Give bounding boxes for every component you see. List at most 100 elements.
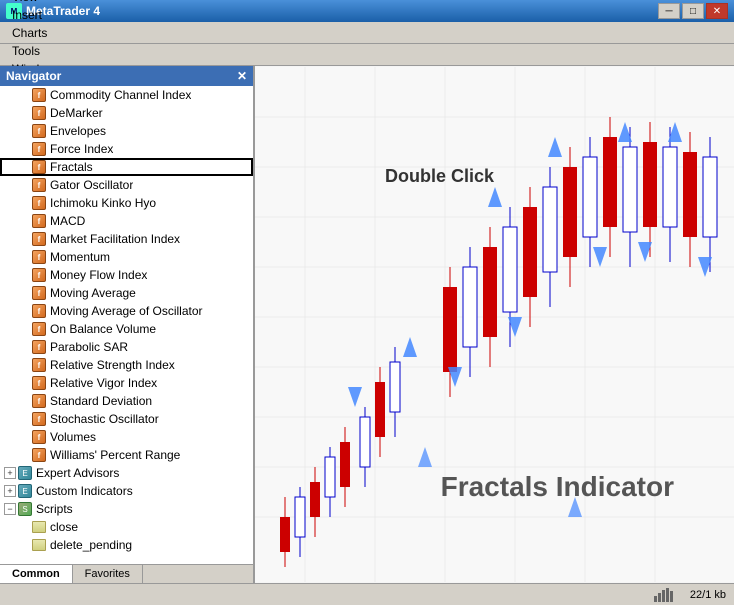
indicator-icon: f — [32, 394, 46, 408]
nav-item-label: Williams' Percent Range — [50, 448, 180, 462]
indicator-icon: f — [32, 142, 46, 156]
nav-item-money-flow-index[interactable]: f Money Flow Index — [0, 266, 253, 284]
nav-item-label: MACD — [50, 214, 85, 228]
nav-item-label: On Balance Volume — [50, 322, 156, 336]
indicator-icon: f — [32, 268, 46, 282]
collapse-icon[interactable]: − — [4, 503, 16, 515]
nav-item-ichimoku-kinko-hyo[interactable]: fIchimoku Kinko Hyo — [0, 194, 253, 212]
nav-item-moving-average-of-oscillator[interactable]: fMoving Average of Oscillator — [0, 302, 253, 320]
expert-folder-icon: E — [18, 466, 32, 480]
file-size: 22/1 kb — [690, 589, 726, 601]
nav-section-expert-advisors[interactable]: +E Expert Advisors — [0, 464, 253, 482]
nav-item-label: Commodity Channel Index — [50, 88, 191, 102]
nav-item-relative-strength-index[interactable]: fRelative Strength Index — [0, 356, 253, 374]
indicator-icon: f — [32, 106, 46, 120]
nav-item-envelopes[interactable]: f Envelopes — [0, 122, 253, 140]
nav-tab-common[interactable]: Common — [0, 565, 73, 583]
nav-item-label: Gator Oscillator — [50, 178, 133, 192]
nav-item-macd[interactable]: f MACD — [0, 212, 253, 230]
indicator-icon: f — [32, 232, 46, 246]
indicator-icon: f — [32, 304, 46, 318]
indicator-icon: f — [32, 88, 46, 102]
nav-item-label: Fractals — [50, 160, 93, 174]
nav-tab-favorites[interactable]: Favorites — [73, 565, 143, 583]
script-item-icon — [32, 521, 46, 533]
indicator-icon — [32, 539, 46, 551]
nav-item-fractals[interactable]: f Fractals — [0, 158, 253, 176]
nav-section-scripts[interactable]: −S Scripts — [0, 500, 253, 518]
indicator-icon: f — [32, 448, 46, 462]
navigator-close-button[interactable]: ✕ — [237, 69, 247, 83]
menu-bar: FileViewInsertChartsToolsWindowHelp — [0, 22, 734, 44]
nav-item-label: Money Flow Index — [50, 268, 147, 282]
nav-item-moving-average[interactable]: fMoving Average — [0, 284, 253, 302]
indicator-icon: f — [32, 268, 46, 282]
indicator-icon — [32, 521, 46, 533]
nav-item-parabolic-sar[interactable]: f Parabolic SAR — [0, 338, 253, 356]
expand-icon[interactable]: + — [4, 485, 16, 497]
main-area: Navigator ✕ f Commodity Channel Index f DeM… — [0, 66, 734, 583]
indicator-icon: f — [32, 124, 46, 138]
nav-item-stochastic-oscillator[interactable]: f Stochastic Oscillator — [0, 410, 253, 428]
script-section-icon: S — [18, 502, 32, 516]
nav-item-relative-vigor-index[interactable]: fRelative Vigor Index — [0, 374, 253, 392]
nav-item-label: DeMarker — [50, 106, 103, 120]
section-label: Scripts — [36, 502, 73, 516]
nav-item-label: Parabolic SAR — [50, 340, 128, 354]
menu-item-insert[interactable]: Insert — [4, 6, 63, 24]
menu-item-charts[interactable]: Charts — [4, 24, 63, 42]
window-controls: ─ □ ✕ — [658, 3, 728, 19]
indicator-icon: f — [32, 196, 46, 210]
indicator-icon: f — [32, 250, 46, 264]
nav-item-on-balance-volume[interactable]: f On Balance Volume — [0, 320, 253, 338]
nav-item-delete_pending[interactable]: delete_pending — [0, 536, 253, 554]
navigator-title: Navigator — [6, 69, 61, 83]
nav-item-commodity-channel-index[interactable]: f Commodity Channel Index — [0, 86, 253, 104]
indicator-icon: f — [32, 322, 46, 336]
indicator-icon: f — [32, 340, 46, 354]
nav-item-force-index[interactable]: fForce Index — [0, 140, 253, 158]
nav-item-label: Envelopes — [50, 124, 106, 138]
indicator-icon: f — [32, 106, 46, 120]
indicator-icon: f — [32, 286, 46, 300]
indicator-icon: f — [32, 250, 46, 264]
indicator-icon: f — [32, 412, 46, 426]
nav-item-label: Stochastic Oscillator — [50, 412, 159, 426]
nav-item-williams'-percent-range[interactable]: f Williams' Percent Range — [0, 446, 253, 464]
indicator-icon: f — [32, 196, 46, 210]
menu-item-tools[interactable]: Tools — [4, 42, 63, 60]
indicator-icon: f — [32, 286, 46, 300]
nav-item-demarker[interactable]: f DeMarker — [0, 104, 253, 122]
indicator-icon: f — [32, 394, 46, 408]
indicator-icon: f — [32, 160, 46, 174]
nav-item-volumes[interactable]: fVolumes — [0, 428, 253, 446]
nav-item-standard-deviation[interactable]: f Standard Deviation — [0, 392, 253, 410]
close-button[interactable]: ✕ — [706, 3, 728, 19]
indicator-icon: f — [32, 214, 46, 228]
nav-item-momentum[interactable]: f Momentum — [0, 248, 253, 266]
indicator-icon: f — [32, 322, 46, 336]
nav-list[interactable]: f Commodity Channel Index f DeMarker f Envelo… — [0, 86, 253, 564]
indicator-icon: f — [32, 340, 46, 354]
nav-item-market-facilitation-index[interactable]: fMarket Facilitation Index — [0, 230, 253, 248]
indicator-icon: f — [32, 232, 46, 246]
nav-tabs: CommonFavorites — [0, 564, 253, 583]
nav-item-gator-oscillator[interactable]: fGator Oscillator — [0, 176, 253, 194]
nav-item-label: close — [50, 520, 78, 534]
indicator-icon: f — [32, 430, 46, 444]
indicator-icon: f — [32, 142, 46, 156]
minimize-button[interactable]: ─ — [658, 3, 680, 19]
indicator-icon: f — [32, 358, 46, 372]
indicator-icon: f — [32, 88, 46, 102]
expert-folder-icon: E — [18, 484, 32, 498]
section-label: Expert Advisors — [36, 466, 119, 480]
maximize-button[interactable]: □ — [682, 3, 704, 19]
nav-item-label: Standard Deviation — [50, 394, 152, 408]
nav-item-label: Momentum — [50, 250, 110, 264]
nav-item-close[interactable]: close — [0, 518, 253, 536]
script-folder-icon: S — [18, 502, 32, 516]
expand-icon[interactable]: + — [4, 467, 16, 479]
indicator-icon: f — [32, 124, 46, 138]
expert-section-icon: E — [18, 484, 32, 498]
nav-section-custom-indicators[interactable]: +ECustom Indicators — [0, 482, 253, 500]
